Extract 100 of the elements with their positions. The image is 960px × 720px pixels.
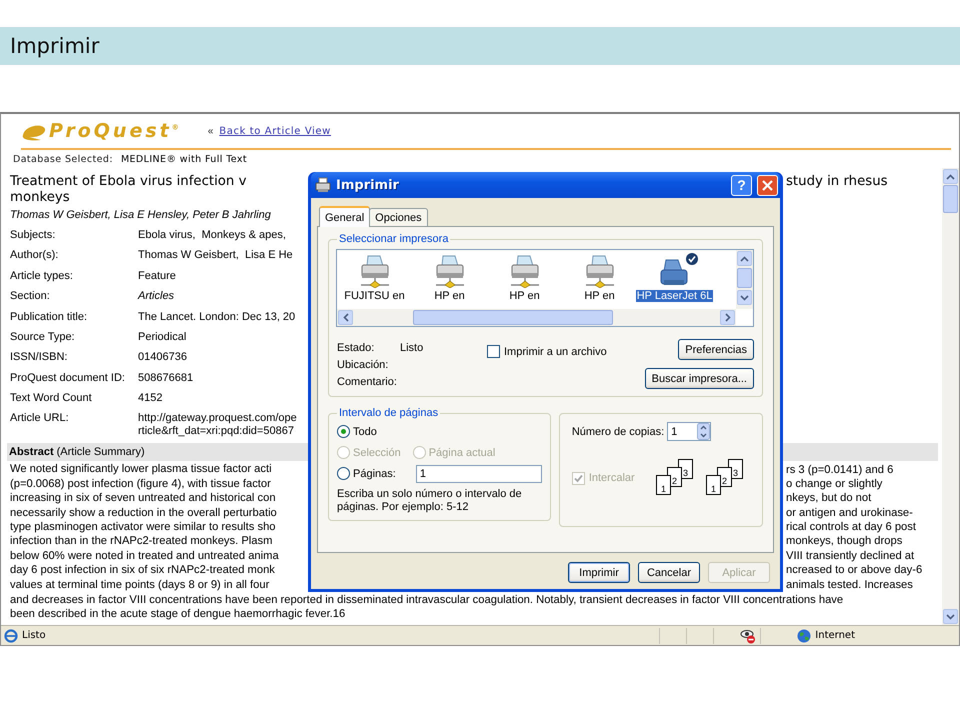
field-label: Author(s): [10,249,60,262]
find-printer-button[interactable]: Buscar impresora... [644,368,754,389]
scroll-up-button[interactable] [943,169,958,184]
field-label: Article URL: [10,412,70,424]
field-value: The Lancet. London: Dec 13, 20 [138,310,296,324]
radio-label: Selección [353,446,401,458]
scrollbar-thumb[interactable] [413,310,613,325]
scroll-up-button[interactable] [737,251,752,266]
close-button[interactable] [757,174,778,196]
abstract-heading: Abstract [9,446,54,458]
scroll-down-button[interactable] [943,609,958,624]
field-label: Section: [10,290,51,302]
scroll-left-button[interactable] [338,310,353,325]
printer-item[interactable]: HP en [412,250,487,309]
globe-icon [797,628,812,642]
printer-icon [315,177,331,193]
abstract-text-line: and decreases in factor VIII concentrations have been reported in disseminated intravascular coagulation. Notably, transient decreases in factor VIII concentrations have [10,593,844,608]
copies-spinner[interactable]: 1 [667,422,712,441]
dialog-button[interactable]: Imprimir [568,562,630,583]
checkbox[interactable] [487,345,500,358]
field-label: ISSN/ISBN: [10,351,68,364]
printer-item[interactable]: FUJITSU en [337,250,412,309]
dialog-tab[interactable]: Opciones [369,208,428,226]
abstract-text-line: type plasminogen activator were similar to results sho [10,520,277,534]
chevron-left-icon [342,313,348,322]
pages-input-field[interactable]: 1 [416,464,542,482]
checkbox-label: Intercalar [588,472,635,484]
page-scrollbar[interactable] [942,168,959,625]
chevron-down-icon [946,614,955,620]
article-title: study in rhesus [785,174,888,190]
printer-name: HP en [508,290,541,302]
group-legend: Intervalo de páginas [337,407,440,419]
list-horizontal-scrollbar[interactable] [337,309,736,326]
field-value: Feature [138,270,176,283]
printer-name: HP en [433,290,466,302]
field-value: http://gateway.proquest.com/ope [138,412,297,426]
abstract-text-line: o change or slightly [785,476,884,492]
copies-value: 1 [671,426,678,438]
help-button[interactable]: ? [731,174,752,196]
database-label: Database Selected: [13,154,113,164]
printer-name: HP LaserJet 6L [636,290,714,302]
scrollbar-thumb[interactable] [737,268,752,288]
field-label: Article types: [10,270,74,282]
network-printer-icon [584,254,616,288]
abstract-text-line: rs 3 (p=0.0141) and 6 [785,462,894,477]
abstract-text-line: or antigen and urokinase- [785,506,914,520]
field-value: Articles [138,290,174,304]
printer-item[interactable]: HP en [487,250,562,309]
abstract-text-line: increasing in six of seven untreated and historical con [10,491,277,506]
scroll-right-button[interactable] [720,310,735,325]
range-hint: Escriba un solo número o intervalo de páginas. Por ejemplo: 5-12 [337,488,523,514]
list-scrollbar[interactable] [736,250,753,309]
abstract-text-line: necessarily show a reduction in the overall perturbatio [10,506,278,520]
group-legend: Seleccionar impresora [337,233,450,245]
abstract-text-line: below 60% were noted in treated and untreated anima [10,548,280,564]
field-value: rticle&rft_dat=xri:pqd:did=50867 [138,425,295,438]
radio-label: Todo [353,426,377,438]
chevron-up-icon [740,256,749,262]
abstract-text-line: day 6 post infection in six of six rNAPc2-treated monk [10,563,276,578]
radio-button[interactable] [337,425,350,438]
logo-swoosh-icon [21,123,47,141]
dialog-button[interactable]: Cancelar [638,562,700,583]
printer-name: FUJITSU en [343,290,406,302]
logo-text: ProQuest$^{®}$ [49,120,182,142]
dialog-tab[interactable]: General [319,206,370,227]
abstract-text-line: rical controls at day 6 post [785,520,917,534]
abstract-text-line: animals tested. Increases [785,578,914,592]
network-printer-icon [434,254,466,288]
field-label: Subjects: [10,228,56,241]
scroll-down-button[interactable] [737,290,752,305]
abstract-text-line: ncreased to or above day-6 [785,563,924,578]
browser-icon [4,628,18,642]
printer-item[interactable]: HP LaserJet 6L [637,250,712,309]
info-value: Listo [400,342,424,354]
field-value: Ebola virus, Monkeys & apes, [138,228,286,242]
checkbox-label: Imprimir a un archivo [504,346,607,358]
field-value: Periodical [138,330,186,344]
field-value: 01406736 [138,351,187,364]
page-sheet: 1 [656,475,671,495]
article-title: monkeys [10,190,70,206]
field-value: Thomas W Geisbert, Lisa E He [138,249,293,262]
printer-name: HP en [583,290,616,302]
preferences-button[interactable]: Preferencias [678,339,754,360]
abstract-text-line: (p=0.0068) post infection (figure 4), with tissue factor [10,476,272,492]
security-zone: Internet [815,630,855,641]
radio-label: Página actual [428,446,496,458]
info-label: Estado: [337,342,376,354]
abstract-text-line: infection than in the rNAPc2-treated monkeys. Plasm [10,534,274,549]
chevron-down-icon [740,294,749,300]
page-sheet: 1 [706,475,721,495]
abstract-text-line: nkeys, but do not [785,491,872,506]
spin-arrows-icon[interactable] [697,423,710,440]
field-label: Publication title: [10,310,88,322]
status-text: Listo [22,630,46,641]
database-value: MEDLINE® with Full Text [120,154,248,164]
field-label: Text Word Count [10,392,93,404]
scrollbar-thumb[interactable] [943,185,958,213]
radio-button[interactable] [337,467,350,480]
back-link[interactable]: Back to Article View [219,126,331,136]
printer-item[interactable]: HP en [562,250,637,309]
